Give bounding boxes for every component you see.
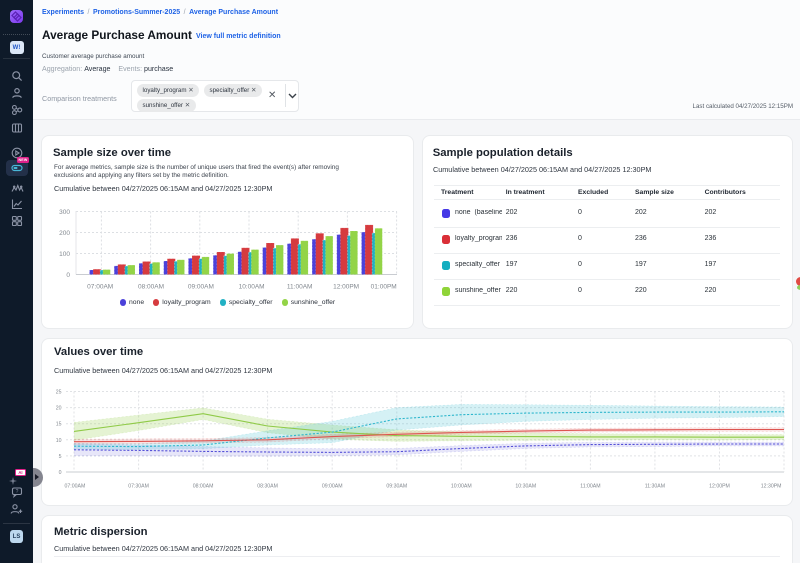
svg-text:08:00AM: 08:00AM: [193, 484, 214, 490]
svg-text:5: 5: [59, 454, 62, 460]
svg-text:25: 25: [56, 390, 62, 396]
svg-text:08:30AM: 08:30AM: [257, 484, 278, 490]
svg-text:07:00AM: 07:00AM: [65, 484, 86, 490]
svg-text:01:00PM: 01:00PM: [371, 284, 397, 291]
svg-text:200: 200: [59, 230, 70, 237]
svg-text:09:00AM: 09:00AM: [322, 484, 343, 490]
svg-text:?: ?: [15, 489, 18, 495]
svg-text:11:00AM: 11:00AM: [580, 484, 600, 490]
svg-text:07:00AM: 07:00AM: [87, 284, 113, 291]
svg-text:09:30AM: 09:30AM: [386, 484, 407, 490]
svg-text:10:00AM: 10:00AM: [239, 284, 265, 291]
svg-text:0: 0: [66, 272, 70, 279]
svg-text:15: 15: [56, 422, 62, 428]
svg-text:09:00AM: 09:00AM: [188, 284, 214, 291]
svg-text:12:30PM: 12:30PM: [761, 484, 782, 490]
svg-text:0: 0: [59, 470, 62, 476]
svg-text:20: 20: [56, 406, 62, 412]
svg-text:08:00AM: 08:00AM: [138, 284, 164, 291]
svg-text:10:30AM: 10:30AM: [515, 484, 536, 490]
svg-text:12:00PM: 12:00PM: [709, 484, 730, 490]
svg-text:100: 100: [59, 251, 70, 258]
svg-text:07:30AM: 07:30AM: [128, 484, 149, 490]
svg-text:11:00AM: 11:00AM: [287, 284, 313, 291]
svg-text:12:00PM: 12:00PM: [333, 284, 359, 291]
svg-text:10:00AM: 10:00AM: [451, 484, 472, 490]
svg-text:10: 10: [56, 438, 62, 444]
svg-text:300: 300: [59, 209, 70, 216]
svg-text:11:30AM: 11:30AM: [645, 484, 665, 490]
